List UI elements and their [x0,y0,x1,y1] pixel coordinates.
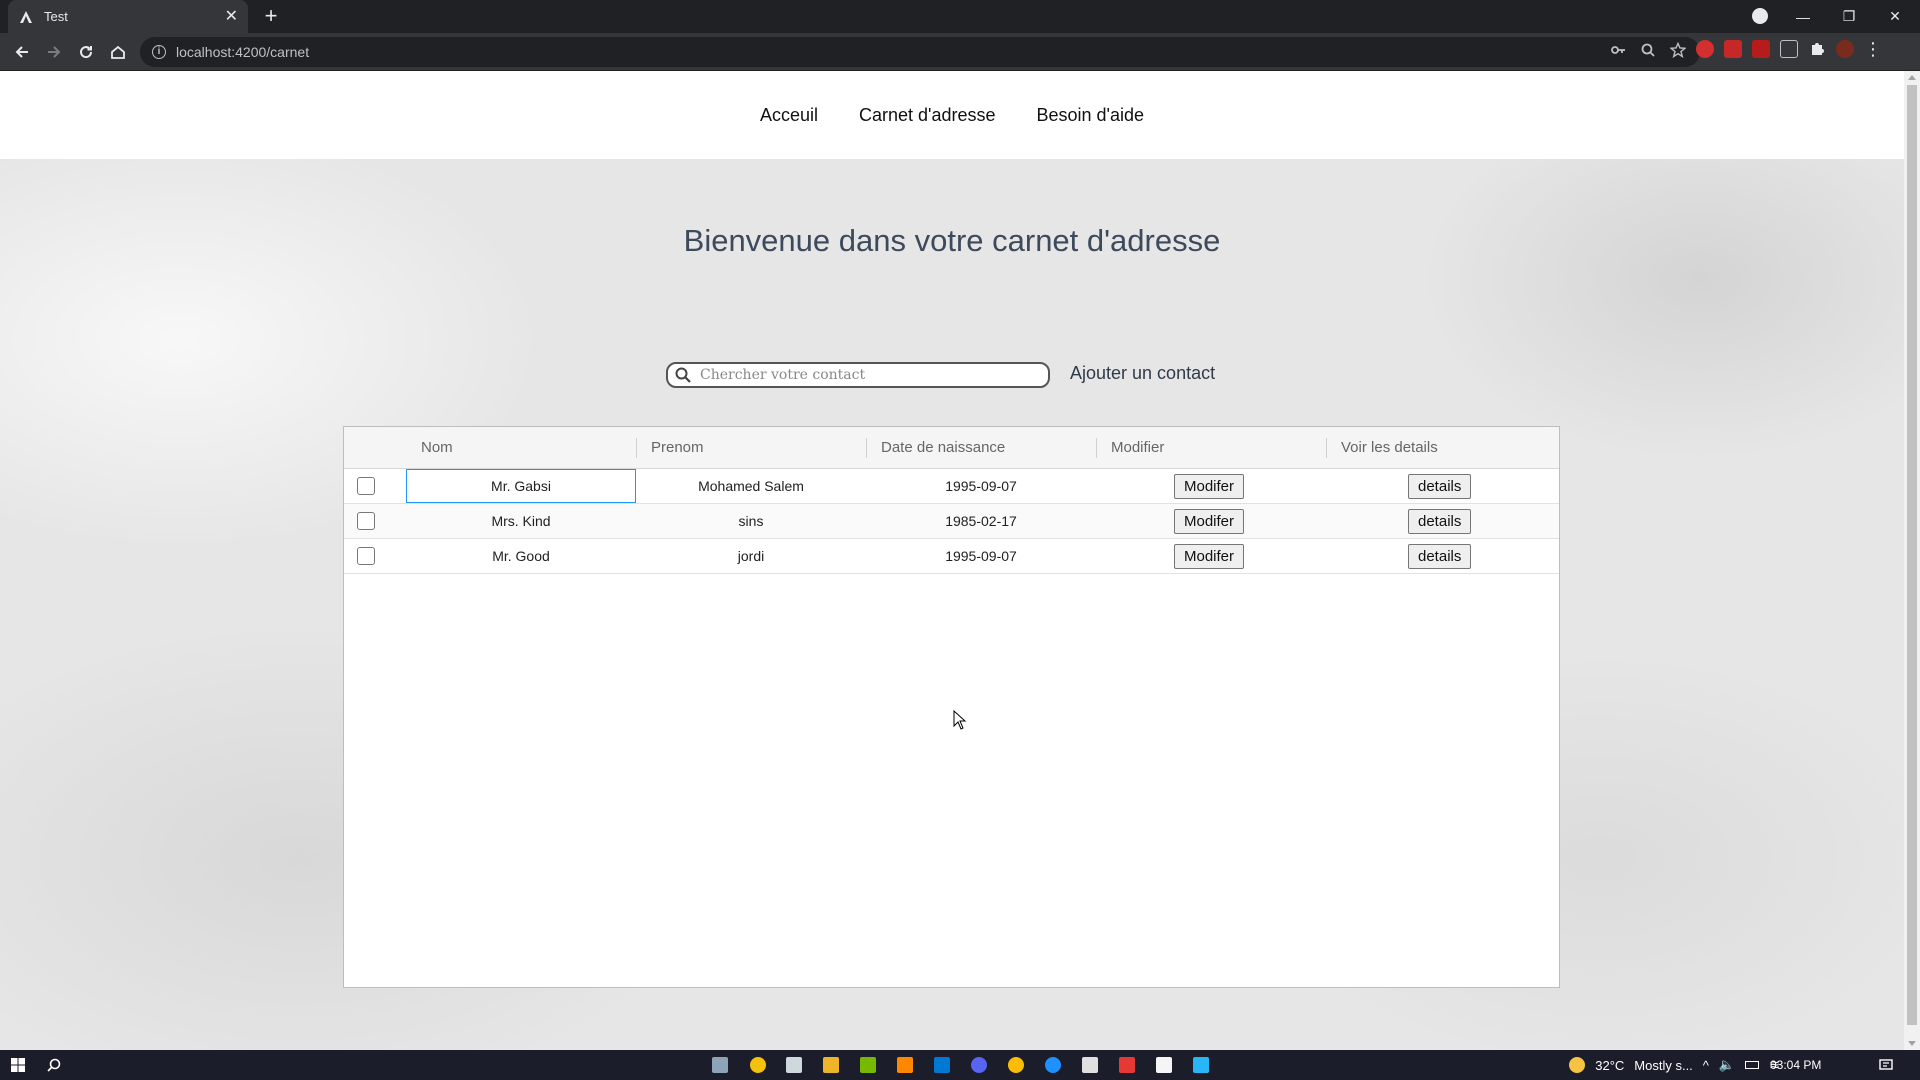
window-controls: — ❐ ✕ [1780,0,1918,33]
cell-date[interactable]: 1995-09-07 [866,539,1096,573]
app-icon-1[interactable] [712,1057,728,1073]
search-taskbar-icon[interactable] [46,1057,62,1073]
cell-nom[interactable]: Mr. Gabsi [406,469,636,503]
nav-acceuil[interactable]: Acceuil [760,105,818,126]
volume-icon[interactable]: 🔈 [1719,1057,1735,1073]
battery-icon[interactable] [1745,1061,1760,1069]
app-icon-red[interactable] [1119,1057,1135,1073]
adblock-icon[interactable] [1724,40,1742,58]
extension-red-icon[interactable] [1696,40,1714,58]
nav-aide[interactable]: Besoin d'aide [1037,105,1145,126]
cell-prenom[interactable]: jordi [636,539,866,573]
cell-date[interactable]: 1995-09-07 [866,469,1096,503]
modifier-button[interactable]: Modifer [1174,544,1245,569]
search-input[interactable] [700,367,1048,383]
new-tab-icon[interactable]: + [260,5,282,27]
restore-icon[interactable]: ❐ [1826,8,1872,25]
weather-temp[interactable]: 32°C [1595,1058,1624,1073]
app-icon-grid[interactable] [1156,1057,1172,1073]
row-checkbox[interactable] [357,477,375,495]
search-box[interactable] [666,362,1050,388]
table-row[interactable]: Mrs. Kind sins 1985-02-17 Modifer detail… [344,504,1559,539]
extensions-area: ⋮ [1696,40,1882,58]
column-header-modifier[interactable]: Modifier [1096,427,1326,469]
angular-favicon-icon [18,9,34,25]
modifier-button[interactable]: Modifer [1174,509,1245,534]
browser-titlebar: Test ✕ + — ❐ ✕ [0,0,1920,33]
site-info-icon[interactable]: i [152,45,166,59]
search-icon [674,366,692,384]
page: Acceuil Carnet d'adresse Besoin d'aide B… [0,71,1904,1050]
browser-toolbar: i localhost:4200/carnet ⋮ [0,33,1920,71]
scroll-up-icon[interactable] [1908,75,1916,80]
reload-icon[interactable] [74,40,98,64]
top-nav: Acceuil Carnet d'adresse Besoin d'aide [0,71,1904,159]
table-row[interactable]: Mr. Good jordi 1995-09-07 Modifer detail… [344,539,1559,574]
mouse-cursor-icon [953,709,967,730]
clock[interactable]: 03:04 PM [1770,1050,1821,1080]
notification-icon[interactable] [1878,1057,1894,1073]
column-header-nom[interactable]: Nom [406,427,636,469]
contacts-grid: Nom Prenom Date de naissance Modifier Vo… [343,426,1560,988]
browser-tab[interactable]: Test ✕ [8,0,248,33]
cell-prenom[interactable]: sins [636,504,866,538]
app-icon-3[interactable] [786,1057,802,1073]
details-button[interactable]: details [1408,544,1472,569]
windows-start-icon[interactable] [10,1057,26,1073]
row-checkbox[interactable] [357,512,375,530]
app-icon-blue[interactable] [1045,1057,1061,1073]
table-row[interactable]: Mr. Gabsi Mohamed Salem 1995-09-07 Modif… [344,469,1559,504]
profile-indicator-icon[interactable] [1752,8,1768,24]
zoom-icon[interactable] [1640,42,1656,63]
extension-box-icon[interactable] [1752,40,1770,58]
scroll-down-icon[interactable] [1908,1041,1916,1046]
vscode-icon[interactable] [934,1057,950,1073]
page-title: Bienvenue dans votre carnet d'adresse [683,223,1221,258]
minimize-icon[interactable]: — [1780,9,1826,25]
scroll-thumb[interactable] [1907,85,1917,1025]
file-explorer-icon[interactable] [823,1057,839,1073]
cell-nom[interactable]: Mr. Good [406,539,636,573]
details-button[interactable]: details [1408,509,1472,534]
tray-chevron-icon[interactable]: ^ [1703,1058,1709,1073]
chrome-icon[interactable] [1008,1057,1024,1073]
url-text: localhost:4200/carnet [176,44,310,60]
app-icon-2[interactable] [750,1057,766,1073]
cell-prenom[interactable]: Mohamed Salem [636,469,866,503]
menu-kebab-icon[interactable]: ⋮ [1864,40,1882,58]
app-icon-building[interactable] [1082,1057,1098,1073]
bookmark-star-icon[interactable] [1669,41,1687,63]
page-scrollbar[interactable] [1904,71,1920,1050]
nav-carnet[interactable]: Carnet d'adresse [859,105,996,126]
weather-icon[interactable] [1569,1057,1586,1073]
puzzle-extensions-icon[interactable] [1808,40,1826,58]
forward-icon[interactable] [42,40,66,64]
address-bar[interactable]: i localhost:4200/carnet [140,37,1700,67]
tab-title: Test [44,9,68,24]
details-button[interactable]: details [1408,474,1472,499]
column-header-prenom[interactable]: Prenom [636,427,866,469]
weather-desc[interactable]: Mostly s... [1634,1058,1693,1073]
tab-close-icon[interactable]: ✕ [225,8,238,25]
column-header-details[interactable]: Voir les details [1326,427,1560,469]
home-icon[interactable] [106,40,130,64]
key-icon[interactable] [1610,42,1626,63]
modifier-button[interactable]: Modifer [1174,474,1245,499]
system-tray: 32°C Mostly s... ^ 🔈 ≋ [1569,1050,1780,1080]
app-icon-photos[interactable] [1193,1057,1209,1073]
row-checkbox[interactable] [357,547,375,565]
cell-date[interactable]: 1985-02-17 [866,504,1096,538]
back-icon[interactable] [10,40,34,64]
cell-nom[interactable]: Mrs. Kind [406,504,636,538]
vlc-icon[interactable] [897,1057,913,1073]
taskbar: 32°C Mostly s... ^ 🔈 ≋ 03:04 PM [0,1050,1920,1080]
grid-header: Nom Prenom Date de naissance Modifier Vo… [344,427,1559,469]
column-header-date[interactable]: Date de naissance [866,427,1096,469]
discord-icon[interactable] [971,1057,987,1073]
extension-slash-icon[interactable] [1780,40,1798,58]
nvidia-icon[interactable] [860,1057,876,1073]
close-window-icon[interactable]: ✕ [1872,8,1918,25]
add-contact-link[interactable]: Ajouter un contact [1070,363,1215,384]
profile-avatar[interactable] [1836,40,1854,58]
